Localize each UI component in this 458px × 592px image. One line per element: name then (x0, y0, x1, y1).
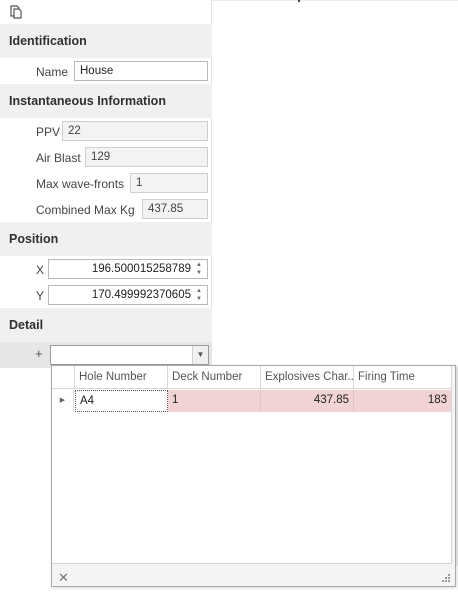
spin-down-icon[interactable]: ▼ (194, 295, 204, 303)
section-identification[interactable]: Identification (0, 24, 212, 58)
column-header-firing-time[interactable]: Firing Time (354, 366, 452, 389)
max-wave-fronts-field: 1 (130, 173, 208, 193)
cell-hole-number[interactable]: A4 (75, 390, 168, 412)
combined-max-kg-field: 437.85 (142, 199, 208, 219)
cell-firing-time[interactable]: 183 (354, 390, 451, 412)
section-position[interactable]: Position (0, 222, 212, 256)
x-spin-field[interactable]: 196.500015258789 ▲ ▼ (48, 259, 208, 279)
copy-document-icon[interactable] (9, 5, 23, 19)
lookup-popup: Hole Number Deck Number Explosives Char.… (51, 365, 456, 587)
name-field[interactable]: House (74, 61, 208, 81)
ppv-label: PPV (36, 125, 61, 139)
ppv-field: 22 (62, 121, 208, 141)
section-detail[interactable]: Detail (0, 308, 212, 342)
lookup-grid: Hole Number Deck Number Explosives Char.… (52, 366, 452, 564)
section-instantaneous-information[interactable]: Instantaneous Information (0, 84, 212, 118)
spin-down-icon[interactable]: ▼ (194, 269, 204, 277)
close-icon[interactable]: ✕ (58, 570, 69, 586)
y-label: Y (36, 289, 45, 303)
column-header-explosives-charge[interactable]: Explosives Char... (261, 366, 354, 389)
y-spin-field[interactable]: 170.499992370605 ▲ ▼ (48, 285, 208, 305)
column-header-deck-number[interactable]: Deck Number (168, 366, 261, 389)
cell-deck-number[interactable]: 1 (168, 390, 261, 412)
air-blast-field: 129 (85, 147, 208, 167)
max-wave-fronts-label: Max wave-fronts (36, 177, 125, 191)
name-label: Name (36, 65, 69, 79)
detail-lookup-combo[interactable]: ▼ (50, 345, 209, 365)
spin-up-icon[interactable]: ▲ (194, 287, 204, 295)
canvas-mark (298, 0, 300, 2)
dropdown-arrow-icon[interactable]: ▼ (192, 346, 208, 364)
column-header-hole-number[interactable]: Hole Number (75, 366, 168, 389)
cell-explosives-charge[interactable]: 437.85 (261, 390, 354, 412)
canvas-border (212, 0, 458, 1)
x-label: X (36, 263, 45, 277)
y-value: 170.499992370605 (91, 289, 191, 301)
air-blast-label: Air Blast (36, 151, 81, 165)
panel-toolbar (0, 0, 212, 24)
row-indicator-header (52, 366, 75, 389)
resize-grip-icon[interactable] (442, 574, 450, 582)
expand-icon[interactable]: + (35, 346, 43, 361)
combined-max-kg-label: Combined Max Kg (36, 203, 135, 217)
row-indicator-arrow-icon: ▶ (52, 390, 74, 412)
spin-up-icon[interactable]: ▲ (194, 261, 204, 269)
x-value: 196.500015258789 (91, 263, 191, 275)
properties-panel: Identification Name House Instantaneous … (0, 0, 212, 368)
